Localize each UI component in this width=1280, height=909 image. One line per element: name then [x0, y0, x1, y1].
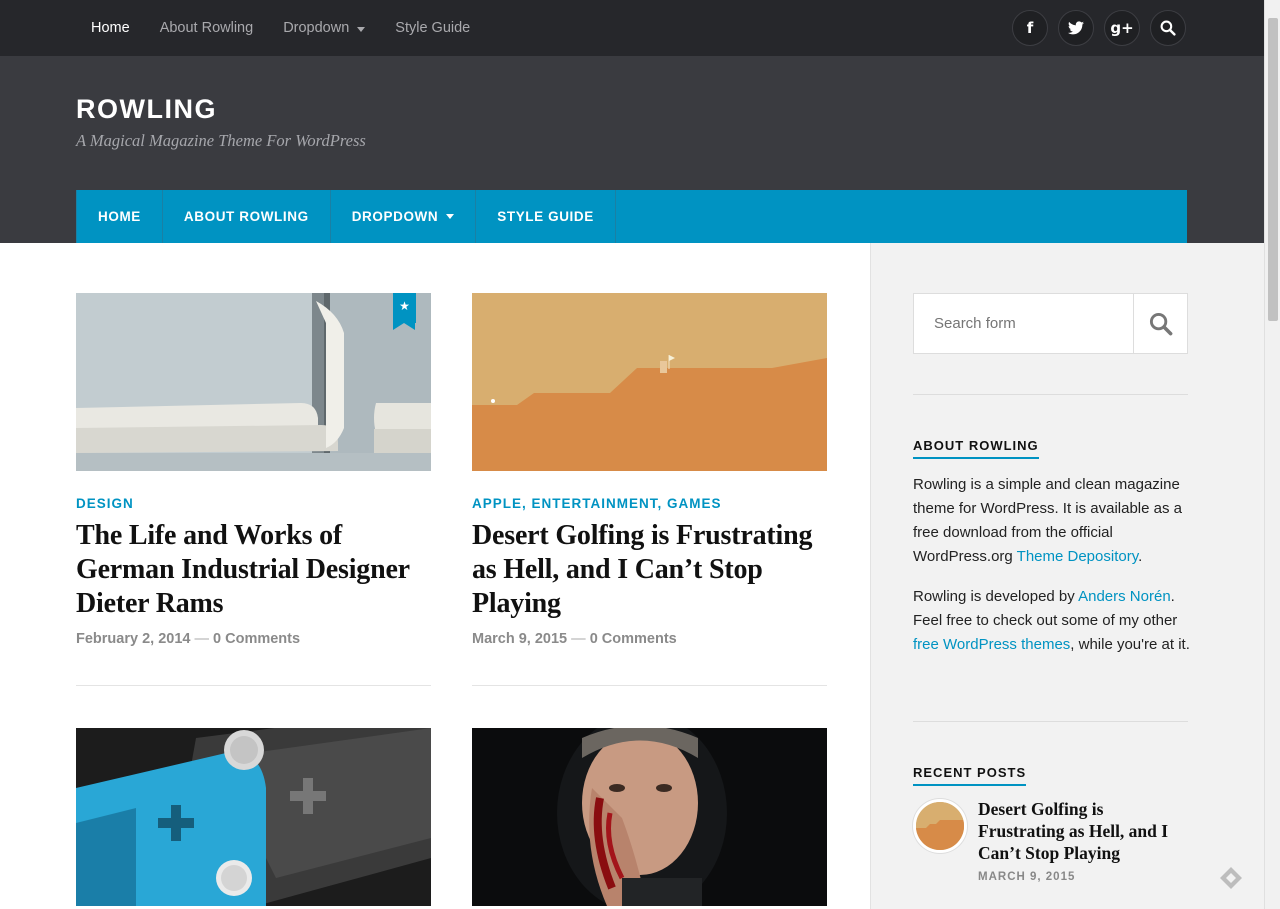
widget-divider [913, 394, 1188, 395]
recent-post-title[interactable]: Desert Golfing is Frustrating as Hell, a… [978, 798, 1193, 864]
mainnav-dropdown[interactable]: DROPDOWN [331, 190, 477, 243]
post-category[interactable]: APPLE, ENTERTAINMENT, GAMES [472, 496, 827, 511]
star-icon: ★ [399, 299, 410, 313]
post-thumbnail[interactable] [472, 293, 827, 471]
search-input[interactable] [914, 294, 1133, 353]
post-card [76, 728, 431, 906]
caret-down-icon [357, 26, 366, 32]
meta-separator: — [571, 631, 590, 647]
twitter-icon[interactable] [1058, 10, 1094, 46]
search-button[interactable] [1133, 294, 1187, 353]
top-navigation: Home About Rowling Dropdown Style Guide [76, 0, 500, 56]
mainnav-dropdown-label: DROPDOWN [351, 209, 439, 224]
posts-area: ★ DESIGN The Life and Works of German In… [0, 243, 870, 909]
post-divider [472, 685, 827, 686]
meta-separator: — [194, 631, 214, 647]
topnav-dropdown-label: Dropdown [283, 20, 350, 36]
post-thumbnail[interactable]: ★ [76, 293, 431, 471]
post-comments[interactable]: 0 Comments [213, 631, 300, 647]
site-description: A Magical Magazine Theme For WordPress [76, 131, 366, 150]
post-card: ★ DESIGN The Life and Works of German In… [76, 293, 431, 686]
caret-down-icon [446, 214, 455, 219]
post-date[interactable]: February 2, 2014 [76, 631, 190, 647]
scrollbar-thumb[interactable] [1268, 18, 1278, 321]
desert-image [472, 293, 827, 471]
widget-title-recent-posts: RECENT POSTS [913, 765, 1027, 786]
main-navigation: HOME ABOUT ROWLING DROPDOWN STYLE GUIDE [76, 190, 1187, 243]
mainnav-style-guide[interactable]: STYLE GUIDE [476, 190, 616, 243]
google-plus-icon[interactable]: g+ [1104, 10, 1140, 46]
post-title[interactable]: The Life and Works of German Industrial … [76, 519, 431, 621]
topnav-home[interactable]: Home [91, 20, 130, 36]
post-category[interactable]: DESIGN [76, 496, 431, 511]
search-icon [1149, 312, 1172, 335]
portrait-image [472, 728, 827, 906]
post-thumbnail[interactable] [472, 728, 827, 906]
sticky-post-badge: ★ [393, 293, 416, 330]
free-themes-link[interactable]: free WordPress themes [913, 636, 1070, 653]
post-divider [76, 685, 431, 686]
site-title[interactable]: ROWLING [76, 94, 217, 125]
about-text-end: , while you're at it. [1070, 636, 1190, 653]
desert-thumbnail-image [916, 802, 964, 850]
recent-post-date: MARCH 9, 2015 [978, 871, 1076, 883]
about-paragraph-2: Rowling is developed by Anders Norén. Fe… [913, 585, 1191, 657]
post-comments[interactable]: 0 Comments [590, 631, 677, 647]
facebook-icon[interactable]: f [1012, 10, 1048, 46]
site-header: ROWLING A Magical Magazine Theme For Wor… [0, 56, 1264, 243]
mainnav-about-rowling[interactable]: ABOUT ROWLING [163, 190, 331, 243]
page-scrollbar[interactable] [1264, 0, 1280, 909]
about-text-end: . [1138, 548, 1143, 565]
post-meta: February 2, 2014 — 0 Comments [76, 631, 431, 647]
author-link[interactable]: Anders Norén [1078, 588, 1171, 605]
game-console-image [76, 728, 431, 906]
theme-depository-link[interactable]: Theme Depository [1017, 548, 1138, 565]
feedly-icon[interactable] [1218, 865, 1244, 891]
topnav-dropdown[interactable]: Dropdown [283, 20, 366, 36]
topnav-style-guide[interactable]: Style Guide [395, 20, 470, 36]
post-thumbnail[interactable] [76, 728, 431, 906]
social-links: f g+ [1002, 10, 1186, 46]
post-title[interactable]: Desert Golfing is Frustrating as Hell, a… [472, 519, 827, 621]
sidebar: ABOUT ROWLING Rowling is a simple and cl… [870, 243, 1264, 909]
recent-post-thumbnail[interactable] [913, 799, 967, 853]
widget-divider [913, 721, 1188, 722]
post-meta: March 9, 2015 — 0 Comments [472, 631, 827, 647]
shelf-image [76, 293, 431, 471]
post-card: APPLE, ENTERTAINMENT, GAMES Desert Golfi… [472, 293, 827, 686]
about-text: Rowling is developed by [913, 588, 1079, 605]
search-form [913, 293, 1188, 354]
mainnav-home[interactable]: HOME [76, 190, 163, 243]
search-icon[interactable] [1150, 10, 1186, 46]
widget-title-about: ABOUT ROWLING [913, 438, 1039, 459]
post-card [472, 728, 827, 906]
about-paragraph-1: Rowling is a simple and clean magazine t… [913, 473, 1191, 569]
topnav-about-rowling[interactable]: About Rowling [160, 20, 254, 36]
top-bar: Home About Rowling Dropdown Style Guide … [0, 0, 1264, 56]
post-date[interactable]: March 9, 2015 [472, 631, 567, 647]
